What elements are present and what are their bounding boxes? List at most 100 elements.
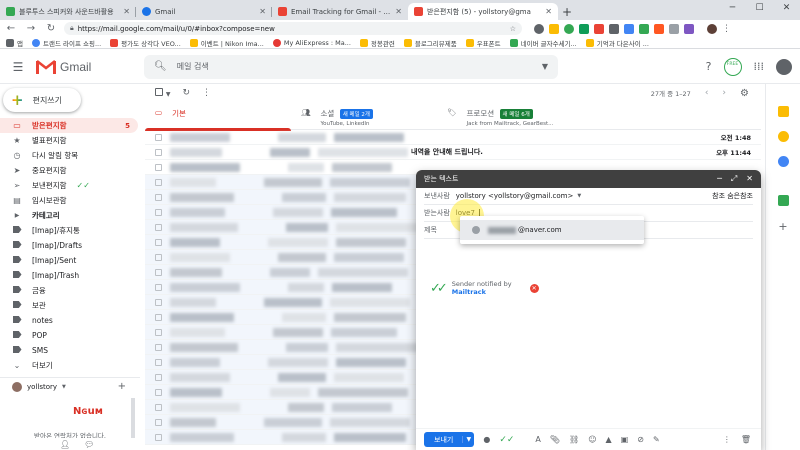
sidebar-item-imap-trash-kr[interactable]: [Imap]/휴지통 bbox=[0, 223, 140, 238]
sidebar-item-sms[interactable]: SMS bbox=[0, 343, 140, 358]
extension-icon[interactable] bbox=[549, 23, 559, 34]
signature-icon[interactable]: ✎ bbox=[653, 435, 660, 444]
settings-gear-icon[interactable]: ⚙ bbox=[740, 88, 749, 99]
bookmark-folder[interactable]: 정봉관련 bbox=[359, 38, 395, 48]
more-actions-icon[interactable]: ⋮ bbox=[202, 88, 211, 98]
formatting-icon[interactable]: A bbox=[535, 435, 540, 444]
bookmark-folder[interactable]: 블로그리뷰제품 bbox=[403, 38, 457, 48]
extension-icon[interactable] bbox=[579, 23, 589, 34]
sidebar-item-snoozed[interactable]: ◷ 다시 알림 항목 bbox=[0, 148, 140, 163]
close-tab-icon[interactable]: ✕ bbox=[259, 7, 266, 16]
apps-grid-icon[interactable]: ⁞⁞⁞ bbox=[754, 60, 765, 73]
row-checkbox[interactable] bbox=[155, 208, 162, 216]
extension-icon[interactable] bbox=[624, 23, 634, 34]
close-tab-icon[interactable]: ✕ bbox=[545, 7, 552, 16]
back-icon[interactable]: ← bbox=[4, 23, 18, 34]
url-bar[interactable]: 🔒︎ https://mail.google.com/mail/u/0/#inb… bbox=[64, 22, 522, 35]
browser-tab-3[interactable]: Email Tracking for Gmail - Mailt ✕ bbox=[272, 3, 408, 20]
confidential-icon[interactable]: ⊘ bbox=[637, 435, 644, 444]
photo-icon[interactable]: ▣ bbox=[621, 435, 629, 444]
schedule-icon[interactable]: ● bbox=[483, 435, 490, 444]
forward-icon[interactable]: → bbox=[24, 23, 38, 34]
search-icon[interactable]: 🔍︎ bbox=[154, 61, 167, 72]
next-page-icon[interactable]: › bbox=[722, 88, 726, 98]
sidebar-item-categories[interactable]: ▶ 카테고리 bbox=[0, 208, 140, 223]
row-checkbox[interactable] bbox=[155, 373, 162, 381]
row-checkbox[interactable] bbox=[155, 253, 162, 261]
close-icon[interactable]: ✕ bbox=[746, 174, 753, 184]
reload-icon[interactable]: ↻ bbox=[44, 23, 58, 34]
trash-icon[interactable]: 🗑︎ bbox=[741, 435, 751, 444]
chevron-down-icon[interactable]: ▼ bbox=[577, 193, 581, 199]
row-checkbox[interactable] bbox=[155, 268, 162, 276]
menu-kebab-icon[interactable]: ⋮ bbox=[722, 24, 731, 34]
minimize-icon[interactable]: ─ bbox=[717, 174, 722, 184]
bookmark-item[interactable]: 네이버 글자수세기... bbox=[509, 38, 577, 48]
autocomplete-suggestion[interactable]: @naver.com bbox=[460, 220, 644, 240]
from-value[interactable]: yollstory <yollstory@gmail.com> bbox=[456, 192, 574, 200]
drive-icon[interactable]: ▲ bbox=[606, 435, 612, 444]
row-checkbox[interactable] bbox=[155, 148, 162, 156]
sidebar-item-drafts[interactable]: ▤ 임시보관함 bbox=[0, 193, 140, 208]
chat-bubble-icon[interactable]: 💬︎ bbox=[84, 440, 94, 449]
main-menu-icon[interactable]: ☰ bbox=[0, 60, 36, 74]
account-avatar[interactable] bbox=[776, 58, 792, 75]
row-checkbox[interactable] bbox=[155, 403, 162, 411]
row-checkbox[interactable] bbox=[155, 433, 162, 441]
sidebar-item-archive[interactable]: 보관 bbox=[0, 298, 140, 313]
maximize-icon[interactable]: ☐ bbox=[746, 0, 773, 17]
browser-tab-active[interactable]: 받은편지함 (5) - yollstory@gma ✕ bbox=[408, 3, 558, 20]
row-checkbox[interactable] bbox=[155, 313, 162, 321]
profile-avatar-icon[interactable] bbox=[707, 23, 717, 34]
row-checkbox[interactable] bbox=[155, 133, 162, 141]
help-icon[interactable]: ? bbox=[706, 60, 712, 73]
row-checkbox[interactable] bbox=[155, 358, 162, 366]
row-checkbox[interactable] bbox=[155, 388, 162, 396]
bookmark-folder[interactable]: 우표폰트 bbox=[465, 38, 501, 48]
extension-icon[interactable] bbox=[654, 23, 664, 34]
table-row[interactable]: 내역을 안내해 드립니다. 오후 11:44 bbox=[145, 145, 765, 160]
mailtrack-toggle-icon[interactable]: ✓✓ bbox=[499, 435, 514, 445]
sidebar-item-starred[interactable]: ★ 별표편지함 bbox=[0, 133, 140, 148]
compose-button[interactable]: + 편지쓰기 bbox=[3, 88, 81, 112]
select-all-checkbox[interactable]: ▼ bbox=[155, 87, 171, 99]
sidebar-item-imap-trash[interactable]: [Imap]/Trash bbox=[0, 268, 140, 283]
bookmark-item[interactable]: 이벤트 | Nikon Ima... bbox=[189, 38, 264, 48]
remove-tracking-icon[interactable]: ✕ bbox=[529, 283, 539, 293]
browser-tab-2[interactable]: Gmail ✕ bbox=[136, 3, 272, 20]
tasks-icon[interactable] bbox=[777, 156, 789, 167]
row-checkbox[interactable] bbox=[155, 328, 162, 336]
sidebar-item-inbox[interactable]: ▭ 받은편지함 5 bbox=[0, 118, 138, 133]
fullscreen-icon[interactable]: ⤢ bbox=[731, 174, 737, 184]
row-checkbox[interactable] bbox=[155, 193, 162, 201]
sidebar-item-imap-sent[interactable]: [Imap]/Sent bbox=[0, 253, 140, 268]
person-icon[interactable]: 👤︎ bbox=[60, 440, 70, 449]
close-tab-icon[interactable]: ✕ bbox=[123, 7, 130, 16]
sidebar-item-pop[interactable]: POP bbox=[0, 328, 140, 343]
sidebar-item-notes[interactable]: notes bbox=[0, 313, 140, 328]
bookmark-apps[interactable]: 앱 bbox=[6, 38, 23, 48]
hangouts-user[interactable]: yollstory ▼ + bbox=[0, 378, 140, 395]
mail-search-bar[interactable]: 🔍︎ 메일 검색 ▼ bbox=[144, 54, 558, 79]
cc-bcc-link[interactable]: 참조 숨은참조 bbox=[712, 191, 753, 201]
attach-icon[interactable]: 📎︎ bbox=[550, 435, 560, 444]
new-tab-button[interactable]: + bbox=[558, 3, 576, 20]
table-row[interactable]: 오전 1:48 bbox=[145, 130, 765, 145]
emoji-icon[interactable]: ☺ bbox=[588, 435, 596, 444]
caret-down-icon[interactable]: ▼ bbox=[62, 384, 66, 390]
extension-icon[interactable] bbox=[669, 23, 679, 34]
sidebar-item-sent[interactable]: ➢ 보낸편지함 ✓✓ bbox=[0, 178, 140, 193]
row-checkbox[interactable] bbox=[155, 298, 162, 306]
search-input[interactable]: 메일 검색 bbox=[177, 61, 209, 72]
sidebar-item-finance[interactable]: 금융 bbox=[0, 283, 140, 298]
mailtrack-free-badge[interactable]: FREE bbox=[723, 57, 742, 76]
row-checkbox[interactable] bbox=[155, 343, 162, 351]
extension-icon[interactable] bbox=[534, 23, 544, 34]
close-tab-icon[interactable]: ✕ bbox=[395, 7, 402, 16]
link-icon[interactable]: ⛓︎ bbox=[569, 435, 579, 444]
gmail-logo[interactable]: Gmail bbox=[36, 59, 144, 74]
tab-primary[interactable]: ▭ 기본 bbox=[145, 104, 291, 131]
row-checkbox[interactable] bbox=[155, 283, 162, 291]
bookmark-folder[interactable]: 기억과 다은사이 ... bbox=[585, 38, 649, 48]
extension-icon[interactable] bbox=[684, 23, 694, 34]
